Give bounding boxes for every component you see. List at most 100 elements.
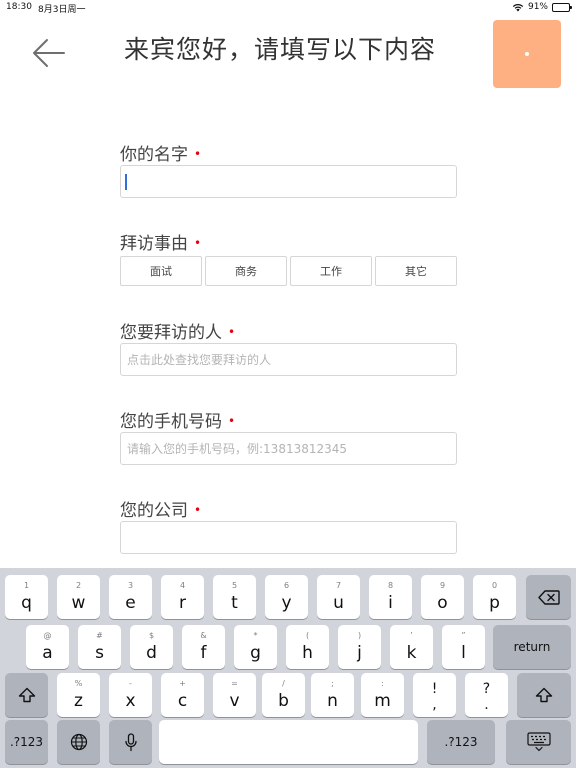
numbers-key-left[interactable]: .?123	[5, 720, 48, 764]
purpose-option-other[interactable]: 其它	[375, 256, 457, 286]
key-letter: r	[179, 593, 186, 613]
key-letter: j	[357, 643, 362, 663]
key-m[interactable]: :m	[361, 673, 404, 717]
key-q[interactable]: 1q	[5, 575, 48, 619]
key-sub: =	[231, 679, 238, 688]
microphone-key[interactable]	[109, 720, 152, 764]
phone-label-text: 您的手机号码	[120, 412, 222, 432]
key-sub: *	[253, 631, 258, 640]
return-key[interactable]: return	[493, 625, 571, 669]
key-letter: x	[125, 691, 136, 711]
key-e[interactable]: 3e	[109, 575, 152, 619]
key-h[interactable]: (h	[286, 625, 329, 669]
purpose-option-interview[interactable]: 面试	[120, 256, 202, 286]
key-s[interactable]: # s	[78, 625, 121, 669]
name-input[interactable]	[120, 165, 457, 198]
key-letter: i	[388, 593, 393, 613]
purpose-option-work[interactable]: 工作	[290, 256, 372, 286]
shift-key-right[interactable]	[517, 673, 571, 717]
back-button[interactable]	[30, 34, 68, 72]
key-sub: ”	[461, 631, 466, 640]
key-d[interactable]: $ d	[130, 625, 173, 669]
key-letter: o	[437, 593, 448, 613]
key-sub: +	[179, 679, 186, 688]
shift-key-left[interactable]	[5, 673, 48, 717]
key-g[interactable]: * g	[234, 625, 277, 669]
status-date: 8月3日周一	[38, 5, 86, 15]
key-question-period[interactable]: ?.	[465, 673, 508, 717]
key-sub: ;	[331, 679, 334, 688]
key-letter: v	[229, 691, 240, 711]
company-label: 您的公司 •	[120, 496, 201, 521]
key-letter: e	[125, 593, 136, 613]
key-sub: 9	[439, 581, 446, 590]
key-y[interactable]: 6y	[265, 575, 308, 619]
key-n[interactable]: ; n	[311, 673, 354, 717]
key-letter: p	[489, 593, 500, 613]
status-right: 91%	[512, 2, 572, 12]
keyboard-dismiss-icon	[526, 732, 551, 752]
key-letter: n	[327, 691, 338, 711]
microphone-icon	[124, 732, 137, 751]
required-dot: •	[194, 503, 202, 517]
key-sub: 8	[387, 581, 394, 590]
key-sub: (	[305, 631, 310, 640]
key-letter: u	[333, 593, 344, 613]
numbers-key-right[interactable]: .?123	[427, 720, 495, 764]
key-letter: h	[302, 643, 313, 663]
corner-action-button[interactable]	[493, 20, 561, 88]
key-c[interactable]: + c	[161, 673, 204, 717]
delete-key[interactable]	[526, 575, 571, 619]
key-letter: z	[74, 691, 83, 711]
key-l[interactable]: ” l	[442, 625, 485, 669]
host-search-input[interactable]	[120, 343, 457, 376]
key-sub: %	[74, 679, 83, 688]
key-j[interactable]: ) j	[338, 625, 381, 669]
key-u[interactable]: 7u	[317, 575, 360, 619]
key-sub: #	[96, 631, 103, 640]
purpose-option-business[interactable]: 商务	[205, 256, 287, 286]
status-time: 18:30	[6, 2, 32, 12]
key-top-char: ?	[482, 681, 491, 697]
key-letter: k	[406, 643, 417, 663]
key-letter: y	[281, 593, 292, 613]
key-sub: 6	[283, 581, 290, 590]
status-bar: 18:30 8月3日周一 91%	[0, 0, 576, 16]
key-a[interactable]: @ a	[26, 625, 69, 669]
key-sub: :	[381, 679, 384, 688]
key-sub: @	[43, 631, 52, 640]
name-label-text: 你的名字	[120, 145, 188, 165]
required-dot: •	[194, 236, 202, 250]
required-dot: •	[228, 325, 236, 339]
keyboard-dismiss-key[interactable]	[506, 720, 571, 764]
key-v[interactable]: = v	[213, 673, 256, 717]
key-r[interactable]: 4r	[161, 575, 204, 619]
key-x[interactable]: -x	[109, 673, 152, 717]
key-w[interactable]: 2w	[57, 575, 100, 619]
shift-icon	[535, 687, 553, 703]
key-k[interactable]: ’ k	[390, 625, 433, 669]
key-i[interactable]: 8i	[369, 575, 412, 619]
phone-input[interactable]	[120, 432, 457, 465]
battery-percent: 91%	[527, 2, 548, 12]
numbers-key-label: .?123	[444, 735, 478, 749]
space-key[interactable]	[159, 720, 418, 764]
company-input[interactable]	[120, 521, 457, 554]
key-sub: 7	[335, 581, 342, 590]
key-sub: )	[357, 631, 362, 640]
key-sub: /	[282, 679, 285, 688]
key-b[interactable]: / b	[262, 673, 305, 717]
key-t[interactable]: 5t	[213, 575, 256, 619]
key-o[interactable]: 9o	[421, 575, 464, 619]
key-f[interactable]: & f	[182, 625, 225, 669]
key-p[interactable]: 0p	[473, 575, 516, 619]
key-letter: w	[71, 593, 86, 613]
purpose-label-text: 拜访事由	[120, 234, 188, 254]
key-sub: $	[148, 631, 155, 640]
key-z[interactable]: % z	[57, 673, 100, 717]
globe-key[interactable]	[57, 720, 100, 764]
key-letter: l	[461, 643, 466, 663]
backspace-icon	[537, 589, 560, 605]
key-exclamation-comma[interactable]: !,	[413, 673, 456, 717]
key-sub: &	[200, 631, 207, 640]
